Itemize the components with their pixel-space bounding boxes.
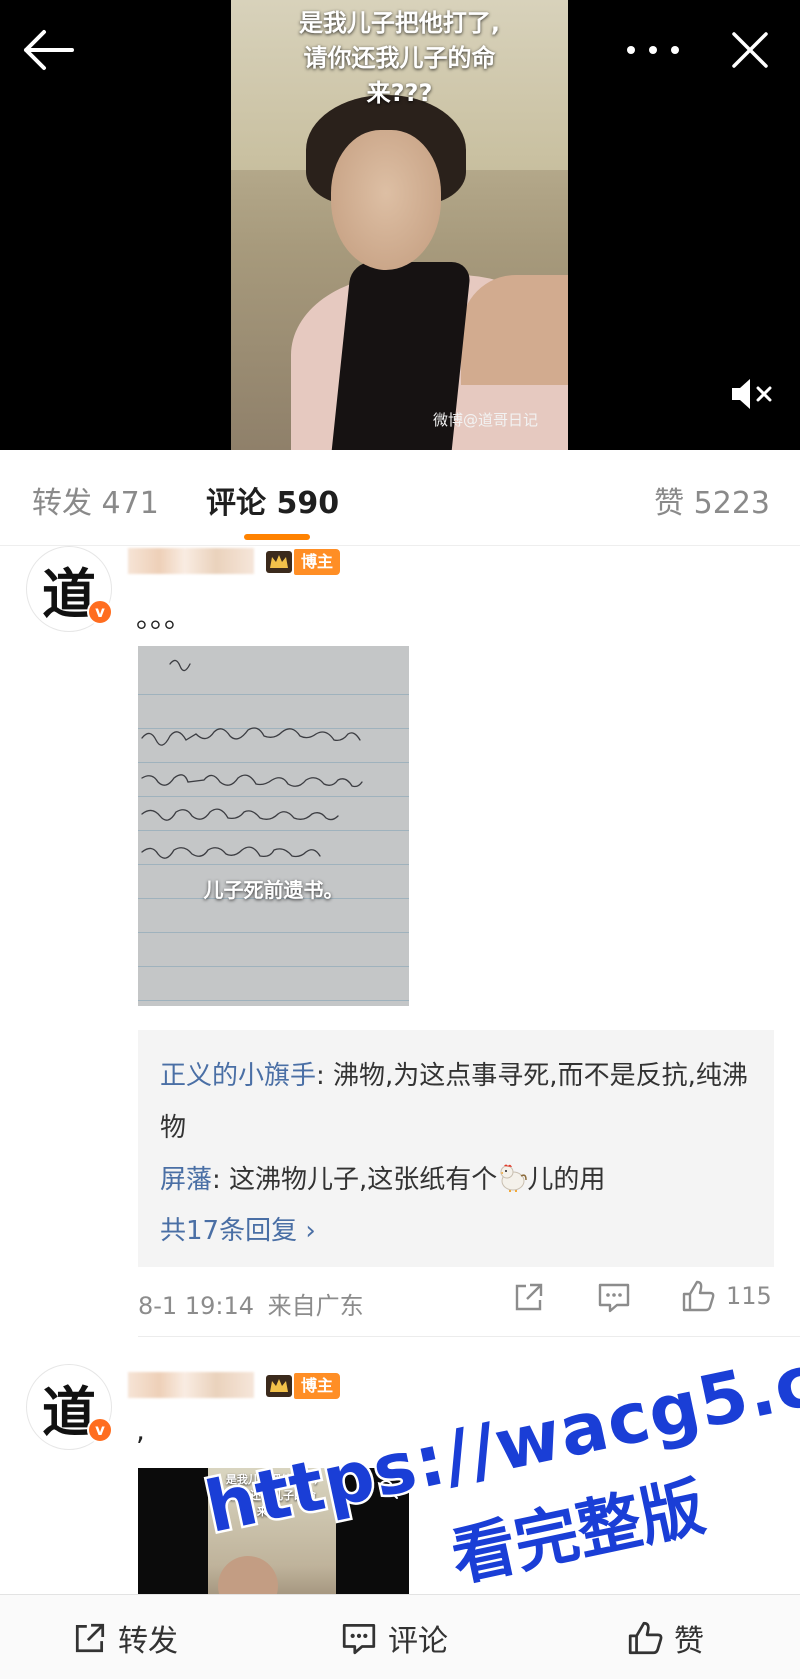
avatar[interactable]: 道 v: [26, 1364, 113, 1450]
avatar[interactable]: 道 v: [26, 546, 113, 632]
video-caption-line: 请你还我儿子的命: [303, 44, 496, 72]
comment-tabs: 转发 471 评论 590 赞 5223: [0, 450, 800, 546]
close-icon: [732, 32, 768, 68]
active-tab-indicator: [244, 534, 310, 540]
repost-label: 转发: [118, 1623, 178, 1659]
reply-text: : 这沸物儿子,这张纸有个: [212, 1165, 498, 1195]
video-watermark: 微博@道哥日记: [432, 411, 538, 429]
thumbs-up-icon: [628, 1621, 663, 1654]
mute-button[interactable]: [724, 372, 780, 416]
reply-username[interactable]: 屏藩: [160, 1165, 212, 1195]
comment-location: 来自广东: [267, 1292, 364, 1320]
more-replies-link[interactable]: 共17条回复 ›: [160, 1210, 752, 1247]
comment-icon: [342, 1623, 376, 1654]
reply-item: 屏藩: 这沸物儿子,这张纸有个 儿的用: [160, 1154, 752, 1206]
video-person-face: [331, 130, 441, 270]
video-caption-line: 来???: [366, 79, 433, 107]
more-dots-icon: [627, 46, 679, 54]
thumbnail-face: [218, 1556, 278, 1594]
tab-like[interactable]: 赞 5223: [654, 478, 770, 522]
comment-button[interactable]: 评论: [340, 1595, 448, 1679]
chicken-emoji-icon: [500, 1164, 528, 1192]
comment-divider: [138, 1336, 800, 1337]
video-caption: 是我儿子把他打了, 请你还我儿子的命 来???: [231, 6, 568, 111]
like-label: 赞: [674, 1623, 704, 1659]
comment-video-thumbnail[interactable]: 是我儿子把他打了, 请你还我儿子的命 来???: [138, 1468, 409, 1594]
author-badge: 博主: [294, 1373, 341, 1399]
close-button[interactable]: [722, 22, 778, 78]
reply-username[interactable]: 正义的小旗手: [160, 1061, 316, 1091]
video-caption-line: 是我儿子把他打了,: [298, 9, 501, 37]
muted-speaker-icon: [732, 379, 772, 409]
comment-item: 道 v 博主 。。。 儿子死前遗书。 正义的小旗手: 沸物,为这点事寻死,而不是…: [0, 546, 800, 1337]
handwriting-scribble: [141, 659, 363, 859]
reply-item: 正义的小旗手: 沸物,为这点事寻死,而不是反抗,纯沸物: [160, 1050, 752, 1154]
share-comment-button[interactable]: [512, 1280, 546, 1314]
thumbnail-caption-line: 来???: [256, 1505, 288, 1518]
back-button[interactable]: [18, 22, 78, 78]
like-button[interactable]: 赞: [626, 1595, 704, 1679]
username-blurred[interactable]: [128, 1372, 254, 1398]
reply-box[interactable]: 正义的小旗手: 沸物,为这点事寻死,而不是反抗,纯沸物 屏藩: 这沸物儿子,这张…: [138, 1030, 774, 1267]
thumbnail-caption-line: 请你还我儿子的命: [228, 1489, 316, 1502]
video-player[interactable]: 微博@道哥日记 是我儿子把他打了, 请你还我儿子的命 来???: [0, 0, 800, 450]
image-caption: 儿子死前遗书。: [203, 878, 344, 902]
repost-icon: [75, 1623, 105, 1652]
like-count: 115: [726, 1282, 772, 1310]
comment-meta: 8-1 19:14 来自广东: [138, 1286, 364, 1321]
tab-comment[interactable]: 评论 590: [206, 478, 339, 522]
thumbnail-caption: 是我儿子把他打了, 请你还我儿子的命 来???: [208, 1472, 336, 1520]
repost-button[interactable]: 转发: [72, 1595, 178, 1679]
reply-comment-button[interactable]: [596, 1280, 632, 1314]
author-badge: 博主: [294, 549, 341, 575]
crown-icon: [266, 551, 292, 573]
back-arrow-icon: [24, 30, 74, 70]
username-blurred[interactable]: [128, 548, 254, 574]
thumbnail-caption-line: 是我儿子把他打了,: [225, 1473, 319, 1486]
more-button[interactable]: [618, 22, 688, 78]
crown-icon: [266, 1375, 292, 1397]
comment-time: 8-1 19:14: [138, 1292, 254, 1320]
verified-badge-icon: v: [87, 599, 113, 625]
comment-label: 评论: [388, 1623, 448, 1659]
search-icon[interactable]: [377, 1478, 399, 1500]
reply-text: 儿的用: [527, 1165, 606, 1195]
comment-text: ,: [136, 1414, 145, 1447]
comment-image-letter[interactable]: 儿子死前遗书。: [138, 646, 409, 1006]
verified-badge-icon: v: [87, 1417, 113, 1443]
comment-icon: [598, 1283, 630, 1313]
comment-text: 。。。: [136, 601, 193, 634]
tab-repost[interactable]: 转发 471: [32, 478, 159, 522]
like-comment-button[interactable]: 115: [680, 1278, 772, 1314]
comment-item: 道 v 博主 , 是我儿子把他打了, 请你还我儿子的命 来???: [0, 1364, 800, 1594]
video-person-shoulder: [461, 275, 568, 385]
bottom-action-bar: 转发 评论 赞: [0, 1594, 800, 1679]
thumbs-up-icon: [682, 1280, 715, 1312]
share-icon: [515, 1283, 543, 1311]
